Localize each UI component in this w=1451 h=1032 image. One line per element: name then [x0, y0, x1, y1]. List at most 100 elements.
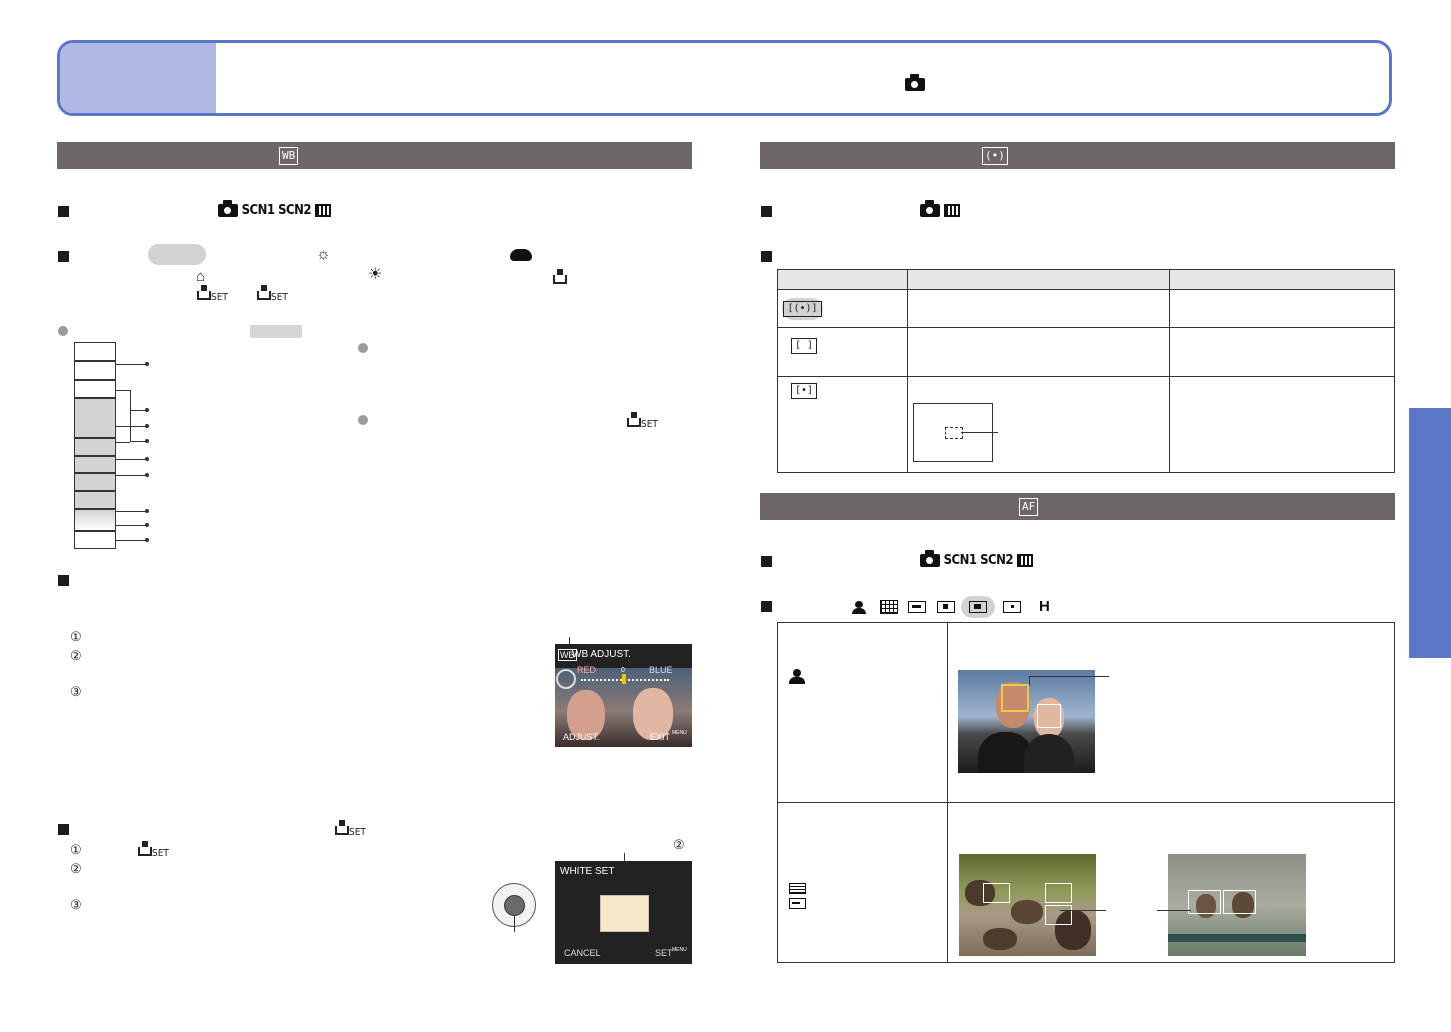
- spot-target-diagram: [913, 403, 998, 462]
- movie-icon: [943, 204, 960, 217]
- spot-target-frame: [945, 427, 963, 439]
- callout-line: [1029, 676, 1109, 677]
- 23-area-icon: [880, 600, 898, 614]
- available-modes: SCN1 SCN2: [920, 550, 1033, 568]
- 1-area-highspeed-icon: [789, 898, 806, 909]
- white-set-2-icon: SET: [257, 285, 288, 305]
- callout-line: [961, 432, 998, 433]
- callout-number: ②: [673, 837, 685, 852]
- multiple-metering-icon: [(•)]: [783, 301, 822, 317]
- bullet-dot: [358, 415, 368, 425]
- set-button-icon: [504, 895, 525, 916]
- callout-line: [1157, 910, 1191, 911]
- 23-area-icon: [789, 883, 806, 894]
- table-cell: [1169, 289, 1395, 328]
- af-area-frame: [1045, 905, 1072, 925]
- leader-line: [130, 390, 131, 442]
- table-divider: [947, 622, 948, 963]
- bullet-square: [58, 824, 69, 835]
- highlight-box: [250, 325, 302, 338]
- callout-line: [1060, 910, 1106, 911]
- multiple-metering-pill[interactable]: [(•)]: [782, 298, 823, 320]
- table-row: [(•)]: [777, 289, 1395, 328]
- leader-line: [130, 410, 146, 411]
- leader-dot: [145, 408, 149, 412]
- blue-label: BLUE: [649, 665, 673, 675]
- leader-dot: [145, 538, 149, 542]
- available-modes: SCN1 SCN2: [218, 200, 331, 218]
- zero-label: 0: [621, 667, 625, 674]
- step-number: ③: [70, 897, 82, 912]
- center-weighted-icon[interactable]: [ ]: [791, 338, 818, 354]
- animals-photo: [959, 854, 1096, 956]
- bullet-square: [58, 251, 69, 262]
- af-area-frame: [1045, 883, 1072, 903]
- metering-table: [(•)] [ ] [•]: [777, 269, 1395, 473]
- spot-metering-icon[interactable]: [•]: [791, 383, 818, 399]
- white-set-icon: [553, 269, 567, 285]
- table-cell: [907, 289, 1170, 328]
- scale-indicator: [622, 674, 626, 684]
- leader-dot: [145, 523, 149, 527]
- af-mode-icon: AF: [1019, 498, 1039, 516]
- wb-scale-cell: [74, 531, 116, 549]
- face-detection-photo: [958, 670, 1095, 773]
- header-tab: [60, 43, 216, 113]
- wb-scale-cell: [74, 398, 116, 438]
- camera-icon: [905, 74, 925, 92]
- wb-scale-cell: [74, 456, 116, 473]
- wb-scale-cell: [74, 380, 116, 398]
- white-set-icon: SET: [627, 412, 658, 432]
- page-header: [57, 40, 1392, 116]
- wb-icon: WB: [279, 147, 299, 165]
- leader-line: [116, 525, 146, 526]
- 1-area-icon: [937, 601, 955, 613]
- white-set-frame: [600, 895, 649, 932]
- bullet-square: [58, 575, 69, 586]
- tracking-icon: H: [1039, 598, 1050, 615]
- set-label: SET: [655, 948, 673, 958]
- white-set-screen: WHITE SET CANCEL SET MENU: [555, 861, 692, 964]
- white-set-1-icon: SET: [197, 285, 228, 305]
- callout-line: [1029, 676, 1030, 686]
- wb-scale-cell: [74, 438, 116, 456]
- table-cell: [1169, 376, 1395, 473]
- wb-scale-cell: [74, 491, 116, 509]
- leader-line: [116, 426, 146, 427]
- header-cell: [1169, 269, 1395, 290]
- chapter-side-tab: [1409, 408, 1451, 658]
- available-modes: [920, 200, 960, 218]
- callout-line: [514, 915, 515, 932]
- af-frame-secondary: [1037, 704, 1061, 728]
- scn2-label: SCN2: [278, 203, 312, 218]
- step-number: ②: [70, 648, 82, 663]
- leader-line: [116, 364, 146, 365]
- leader-line: [116, 442, 130, 443]
- camera-icon: [218, 200, 238, 217]
- table-cell: [907, 376, 1170, 473]
- scn1-label: SCN1: [943, 553, 977, 568]
- leader-dot: [145, 509, 149, 513]
- shade-icon: ⌂: [196, 268, 206, 285]
- selected-mode-pill[interactable]: [961, 596, 995, 618]
- step-number: ①: [70, 842, 82, 857]
- wb-adjust-screen: WB WB ADJUST. RED 0 BLUE ADJUST. EXIT ME…: [555, 644, 692, 747]
- menu-set-badge: MENU: [672, 947, 687, 953]
- red-label: RED: [577, 665, 597, 675]
- metering-section-bar: (•): [760, 142, 1395, 169]
- leader-line: [130, 441, 146, 442]
- bullet-square: [761, 251, 772, 262]
- white-set-title: WHITE SET: [560, 866, 615, 877]
- bullet-square: [761, 556, 772, 567]
- metering-mode-cell: [(•)]: [777, 289, 908, 328]
- incandescent-icon: ☀: [368, 266, 383, 283]
- wb-scale-cell: [74, 361, 116, 380]
- white-set-icon: SET: [138, 841, 169, 861]
- leader-dot: [145, 439, 149, 443]
- movie-icon: [1016, 554, 1033, 567]
- spot-icon: [1003, 601, 1021, 613]
- step-number: ①: [70, 629, 82, 644]
- header-cell: [907, 269, 1170, 290]
- camera-icon: [920, 550, 940, 567]
- wb-scale-cell: [74, 473, 116, 491]
